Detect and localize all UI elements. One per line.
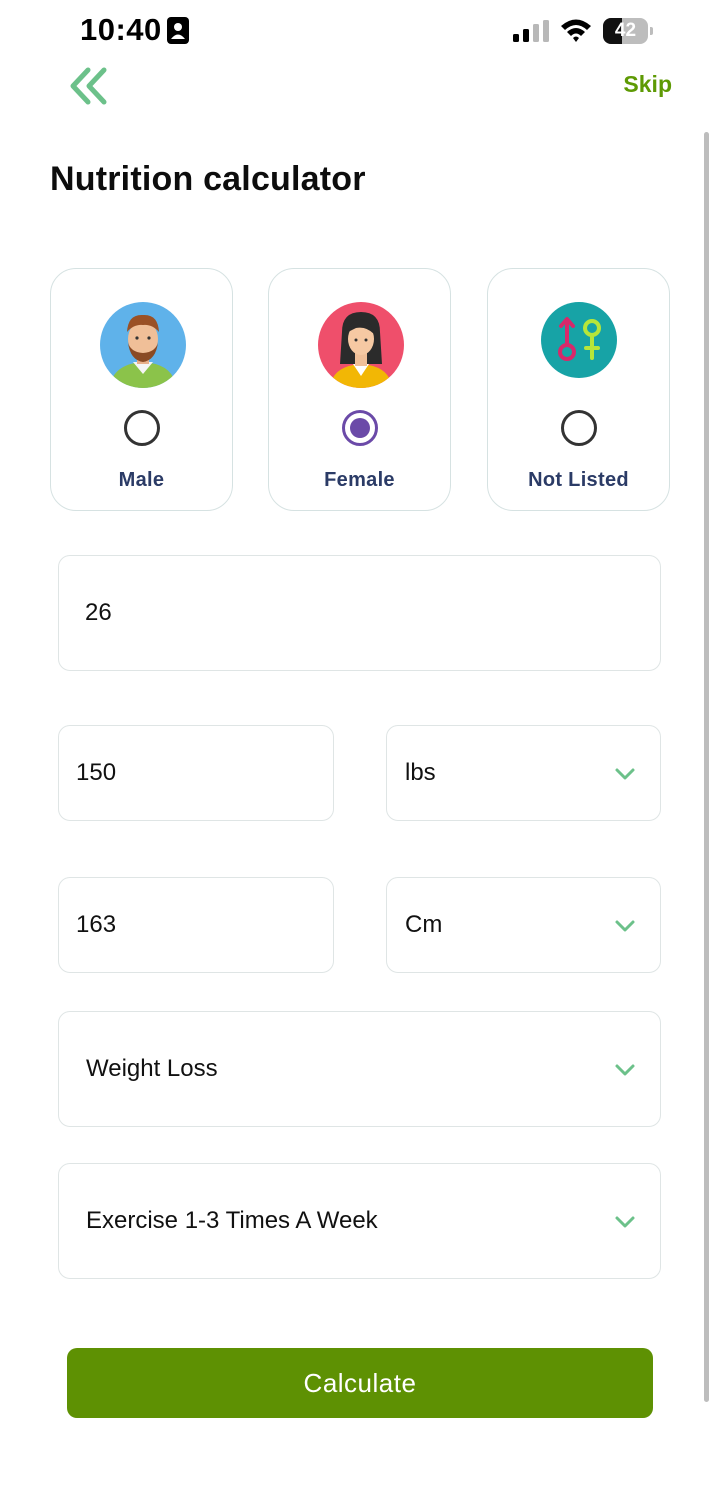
weight-input[interactable] [59, 726, 333, 820]
age-field[interactable] [58, 555, 661, 671]
chevron-down-icon [615, 920, 635, 932]
gender-card-male[interactable]: Male [50, 268, 233, 511]
height-unit-select[interactable]: Cm [386, 877, 661, 973]
radio-selected-dot [350, 418, 370, 438]
screen: 10:40 42 Skip Nutrition calculator Male … [0, 0, 720, 1489]
gender-card-female[interactable]: Female [268, 268, 451, 511]
gender-label: Not Listed [528, 469, 629, 491]
activity-value: Exercise 1-3 Times A Week [86, 1207, 378, 1234]
height-unit-value: Cm [405, 911, 443, 938]
weight-unit-select[interactable]: lbs [386, 725, 661, 821]
gender-radio[interactable] [124, 410, 160, 446]
weight-unit-value: lbs [405, 759, 436, 786]
id-badge-icon [167, 17, 189, 44]
weight-field[interactable] [58, 725, 334, 821]
status-time: 10:40 [80, 12, 162, 47]
gender-label: Male [118, 469, 165, 491]
battery-level: 42 [614, 20, 637, 41]
chevron-down-icon [615, 768, 635, 780]
gender-card-not-listed[interactable]: Not Listed [487, 268, 670, 511]
gender-radio[interactable] [561, 410, 597, 446]
cellular-signal-icon [513, 20, 549, 42]
gender-label: Female [324, 469, 395, 491]
female-avatar-icon [318, 302, 404, 388]
activity-select[interactable]: Exercise 1-3 Times A Week [58, 1163, 661, 1279]
skip-link[interactable]: Skip [623, 71, 672, 98]
scrollbar[interactable] [704, 132, 709, 1402]
double-chevron-left-icon[interactable] [68, 66, 112, 106]
chevron-down-icon [615, 1216, 635, 1228]
gender-symbols-icon [541, 302, 617, 378]
height-field[interactable] [58, 877, 334, 973]
chevron-down-icon [615, 1064, 635, 1076]
age-input[interactable] [59, 556, 660, 670]
height-input[interactable] [59, 878, 333, 972]
page-title: Nutrition calculator [50, 160, 366, 198]
battery-icon: 42 [603, 18, 653, 44]
male-avatar-icon [100, 302, 186, 388]
wifi-icon [561, 19, 591, 42]
gender-radio-selected[interactable] [342, 410, 378, 446]
goal-value: Weight Loss [86, 1055, 218, 1082]
calculate-button[interactable]: Calculate [67, 1348, 653, 1418]
status-bar: 10:40 42 [0, 0, 720, 62]
goal-select[interactable]: Weight Loss [58, 1011, 661, 1127]
